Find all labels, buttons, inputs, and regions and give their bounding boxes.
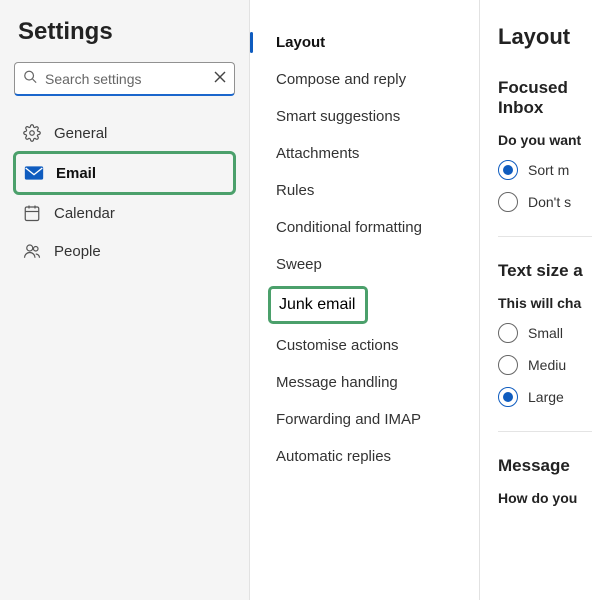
- divider: [498, 236, 592, 237]
- calendar-icon: [22, 203, 42, 223]
- nav-list: General Email Calendar People: [14, 114, 235, 270]
- email-submenu: Layout Compose and reply Smart suggestio…: [250, 0, 480, 600]
- radio-icon: [498, 355, 518, 375]
- sub-junk-wrap: Junk email: [268, 283, 471, 327]
- clear-icon[interactable]: [214, 70, 226, 88]
- divider: [498, 431, 592, 432]
- focused-heading: Focused Inbox: [498, 78, 592, 118]
- sub-msghandling[interactable]: Message handling: [268, 364, 471, 401]
- nav-email[interactable]: Email: [13, 151, 236, 195]
- textsize-large[interactable]: Large: [498, 387, 592, 407]
- settings-sidebar: Settings General Email Calendar: [0, 0, 250, 600]
- sub-conditional[interactable]: Conditional formatting: [268, 209, 471, 246]
- search-field[interactable]: [14, 62, 235, 96]
- people-icon: [22, 241, 42, 261]
- nav-people[interactable]: People: [14, 232, 235, 270]
- textsize-radios: Small Mediu Large: [498, 323, 592, 407]
- nav-label: Calendar: [54, 205, 115, 222]
- gear-icon: [22, 123, 42, 143]
- search-icon: [23, 70, 37, 89]
- sub-attachments[interactable]: Attachments: [268, 135, 471, 172]
- focused-question: Do you want: [498, 132, 592, 148]
- sub-junk[interactable]: Junk email: [268, 286, 368, 324]
- search-input[interactable]: [14, 62, 235, 96]
- sub-layout[interactable]: Layout: [268, 24, 471, 61]
- content-pane: Layout Focused Inbox Do you want Sort m …: [480, 0, 600, 600]
- textsize-question: This will cha: [498, 295, 592, 311]
- textsize-small[interactable]: Small: [498, 323, 592, 343]
- textsize-heading: Text size a: [498, 261, 592, 281]
- focused-radios: Sort m Don't s: [498, 160, 592, 212]
- radio-icon: [498, 192, 518, 212]
- sub-rules[interactable]: Rules: [268, 172, 471, 209]
- sub-forwarding[interactable]: Forwarding and IMAP: [268, 401, 471, 438]
- textsize-medium[interactable]: Mediu: [498, 355, 592, 375]
- sub-sweep[interactable]: Sweep: [268, 246, 471, 283]
- sub-customise[interactable]: Customise actions: [268, 327, 471, 364]
- radio-icon: [498, 160, 518, 180]
- message-question: How do you: [498, 490, 592, 506]
- nav-general[interactable]: General: [14, 114, 235, 152]
- nav-label: Email: [56, 165, 96, 182]
- focused-opt-dont[interactable]: Don't s: [498, 192, 592, 212]
- nav-calendar[interactable]: Calendar: [14, 194, 235, 232]
- nav-label: General: [54, 125, 107, 142]
- radio-icon: [498, 387, 518, 407]
- content-title: Layout: [498, 24, 592, 50]
- nav-label: People: [54, 243, 101, 260]
- radio-icon: [498, 323, 518, 343]
- sub-compose[interactable]: Compose and reply: [268, 61, 471, 98]
- page-title: Settings: [14, 18, 235, 46]
- sub-smart[interactable]: Smart suggestions: [268, 98, 471, 135]
- focused-opt-sort[interactable]: Sort m: [498, 160, 592, 180]
- message-heading: Message: [498, 456, 592, 476]
- sub-autoreplies[interactable]: Automatic replies: [268, 438, 471, 475]
- submenu-list: Layout Compose and reply Smart suggestio…: [268, 24, 471, 475]
- mail-icon: [24, 163, 44, 183]
